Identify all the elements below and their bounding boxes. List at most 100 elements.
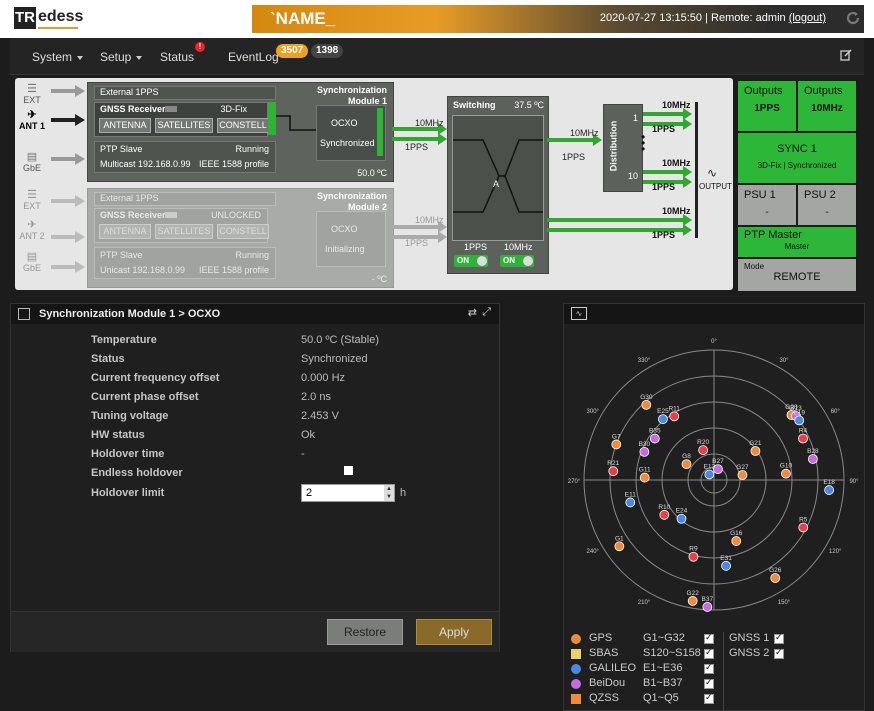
nav-setup[interactable]: Setup (100, 50, 143, 64)
satellite-marker[interactable] (781, 468, 791, 479)
legend-checkbox[interactable] (704, 632, 714, 644)
tile-sync[interactable]: SYNC 1 3D-Fix | Synchronized (737, 132, 857, 184)
port-gbe-1[interactable]: ▤ GbE (17, 150, 47, 173)
legend-range: Q1~Q5 (643, 692, 679, 704)
apply-button[interactable]: Apply (416, 619, 492, 645)
satellite-marker[interactable] (750, 446, 761, 456)
expand-icon[interactable]: ⤢ (482, 306, 491, 319)
module1-constell-button[interactable]: CONSTELL (217, 118, 269, 133)
module2-ptp[interactable]: PTP Slave Running Unicast 192.168.0.99 I… (94, 247, 276, 279)
panel-title: Synchronization Module 1 > OCXO (39, 308, 221, 320)
port-ant-1[interactable]: ✈ ANT 1 (17, 108, 47, 131)
toggle-10mhz[interactable]: ON (500, 255, 534, 267)
satellite-marker[interactable] (658, 414, 668, 425)
nav-eventlog[interactable]: EventLog (228, 50, 279, 64)
nav-status[interactable]: Status (160, 50, 194, 64)
module2-ext1pps[interactable]: External 1PPS (94, 192, 276, 206)
satellite-marker[interactable] (731, 536, 742, 546)
endless-holdover-checkbox[interactable] (344, 466, 353, 475)
satellite-marker[interactable] (611, 439, 622, 450)
legend-checkbox[interactable] (704, 677, 714, 689)
satellite-marker[interactable] (798, 522, 809, 533)
tile-psu2[interactable]: PSU 2 - (797, 184, 857, 226)
swap-icon[interactable]: ⇄ (468, 306, 477, 319)
satellite-marker[interactable] (681, 459, 692, 470)
refresh-icon[interactable] (846, 11, 860, 25)
legend-checkbox[interactable] (704, 692, 714, 704)
sync-module-2[interactable]: Synchronization Module 2 External 1PPS G… (87, 188, 394, 288)
port-gbe-2[interactable]: ▤ GbE (17, 250, 47, 273)
satellite-marker[interactable] (698, 445, 709, 456)
module1-ext1pps[interactable]: External 1PPS (94, 86, 276, 100)
nav-system[interactable]: System (32, 50, 84, 64)
satellite-marker[interactable] (770, 573, 781, 583)
satellite-marker[interactable] (702, 602, 713, 612)
row-value: - (301, 448, 305, 460)
satellite-marker[interactable] (808, 454, 818, 464)
tile-outputs-1pps[interactable]: Outputs 1PPS (737, 80, 797, 132)
legend-checkbox[interactable] (704, 647, 714, 659)
satellite-marker[interactable] (713, 464, 723, 475)
holdover-limit-input[interactable] (301, 484, 395, 502)
gnss2-legend-label: GNSS 2 (729, 647, 770, 659)
gnss2-checkbox[interactable] (774, 647, 784, 659)
satellite-marker[interactable] (704, 469, 715, 480)
tile-outputs-10mhz[interactable]: Outputs 10MHz (797, 80, 857, 132)
tile-out2-value: 10MHz (811, 103, 843, 114)
module1-satellites-button[interactable]: SATELLITES (155, 118, 213, 133)
satellite-label: G8 (682, 453, 691, 460)
tile-psu2-title: PSU 2 (804, 189, 836, 201)
toggle-1pps[interactable]: ON (454, 255, 488, 267)
satellite-marker[interactable] (824, 485, 835, 495)
port-ant-2[interactable]: ✈ ANT 2 (17, 218, 47, 241)
module2-ocxo[interactable]: OCXO Initializing (316, 211, 386, 267)
gnss1-checkbox[interactable] (774, 632, 784, 644)
satellite-label: R11 (668, 405, 680, 412)
tile-ptp-master[interactable]: PTP Master Master (737, 226, 857, 258)
module2-constell-button[interactable]: CONSTELL (217, 224, 269, 239)
satellite-label: G7 (612, 433, 621, 440)
satellite-marker[interactable] (798, 433, 808, 444)
module1-gnss[interactable]: GNSS Receiver 3D-Fix ANTENNA SATELLITES … (94, 102, 269, 137)
satellite-marker[interactable] (639, 446, 650, 457)
satellite-marker[interactable] (649, 433, 660, 444)
satellite-marker[interactable] (625, 497, 636, 508)
azimuth-label: 0° (711, 339, 717, 345)
module2-satellites-button[interactable]: SATELLITES (155, 224, 213, 239)
azimuth-label: 210° (638, 600, 651, 606)
satellite-marker[interactable] (687, 596, 698, 606)
holdover-limit-stepper[interactable]: ▲ ▼ (384, 485, 394, 501)
main-nav: System Setup Status ! EventLog 3507 1398 (10, 38, 864, 75)
distribution-block[interactable]: Distribution 1 10 (603, 104, 643, 192)
module2-gnss[interactable]: GNSS Receiver UNLOCKED ANTENNA SATELLITE… (94, 208, 269, 243)
satellite-marker[interactable] (721, 560, 731, 571)
legend-checkbox[interactable] (704, 662, 714, 674)
legend-range: S120~S158 (643, 647, 701, 659)
logout-link[interactable]: (logout) (789, 12, 826, 24)
module1-ocxo[interactable]: OCXO Synchronized (316, 105, 386, 161)
port-ext-1[interactable]: ☰ EXT (17, 82, 47, 105)
satellite-marker[interactable] (641, 399, 652, 410)
satellite-marker[interactable] (794, 415, 805, 426)
satellite-marker[interactable] (688, 551, 699, 562)
skyplot-header: ∿ (564, 304, 864, 324)
satellite-marker[interactable] (614, 541, 625, 552)
module1-ptp[interactable]: PTP Slave Running Multicast 192.168.0.99… (94, 141, 276, 173)
satellite-marker[interactable] (676, 513, 687, 524)
satellite-marker[interactable] (669, 411, 680, 422)
restore-button[interactable]: Restore (327, 619, 403, 645)
tile-psu1[interactable]: PSU 1 - (737, 184, 797, 226)
satellite-marker[interactable] (608, 466, 619, 477)
module1-antenna-button[interactable]: ANTENNA (99, 118, 151, 133)
switching-block[interactable]: Switching 37.5 ºC A 1PPS 10MHz ON ON (447, 96, 549, 274)
edit-icon[interactable] (840, 49, 852, 61)
satellite-marker[interactable] (659, 509, 670, 520)
module2-antenna-button[interactable]: ANTENNA (99, 224, 151, 239)
satellite-marker[interactable] (737, 470, 748, 480)
chart-icon[interactable]: ∿ (571, 307, 587, 320)
satellite-marker[interactable] (639, 472, 650, 483)
row-label: Tuning voltage (91, 410, 169, 422)
sync-module-1[interactable]: Synchronization Module 1 External 1PPS G… (87, 82, 394, 182)
tile-mode[interactable]: Mode REMOTE (737, 258, 857, 292)
port-ext-2[interactable]: ☰ EXT (17, 188, 47, 211)
